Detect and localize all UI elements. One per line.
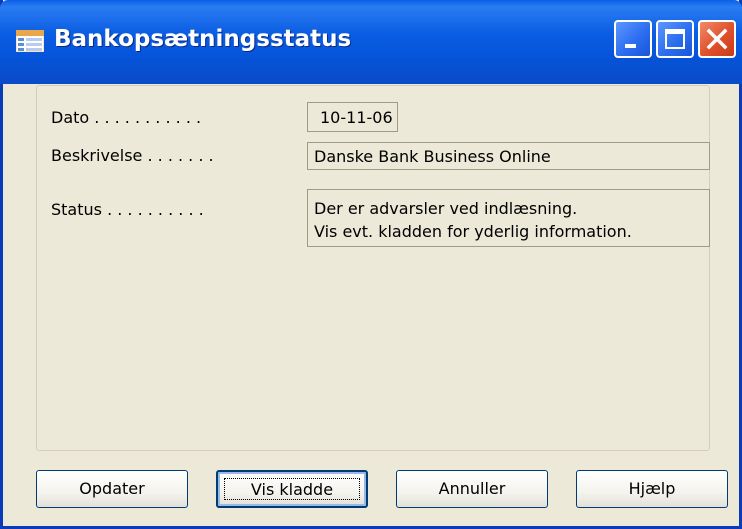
dato-value: 10-11-06 bbox=[320, 108, 393, 127]
beskrivelse-field[interactable]: Danske Bank Business Online bbox=[307, 142, 710, 170]
maximize-button[interactable] bbox=[656, 20, 694, 58]
opdater-button[interactable]: Opdater bbox=[36, 470, 188, 508]
status-label: Status . . . . . . . . . . bbox=[51, 200, 204, 219]
hjaelp-button[interactable]: Hjælp bbox=[576, 470, 728, 508]
vis-kladde-button-label: Vis kladde bbox=[250, 480, 334, 499]
beskrivelse-value: Danske Bank Business Online bbox=[314, 147, 551, 166]
dialog-window: Bankopsætningsstatus Dato . . . . . . . … bbox=[0, 0, 742, 529]
dato-label: Dato . . . . . . . . . . . bbox=[51, 108, 202, 127]
title-bar[interactable]: Bankopsætningsstatus bbox=[0, 0, 742, 84]
status-field[interactable]: Der er advarsler ved indlæsning. Vis evt… bbox=[307, 189, 710, 247]
dato-field[interactable]: 10-11-06 bbox=[307, 102, 398, 132]
annuller-button[interactable]: Annuller bbox=[396, 470, 548, 508]
hjaelp-button-label: Hjælp bbox=[628, 479, 676, 498]
maximize-icon bbox=[665, 29, 685, 49]
close-icon bbox=[706, 28, 728, 50]
minimize-button[interactable] bbox=[614, 20, 652, 58]
vis-kladde-button[interactable]: Vis kladde bbox=[216, 470, 368, 508]
opdater-button-label: Opdater bbox=[79, 479, 145, 498]
minimize-icon bbox=[625, 44, 636, 48]
annuller-button-label: Annuller bbox=[438, 479, 506, 498]
status-line-1: Der er advarsler ved indlæsning. bbox=[314, 199, 578, 218]
window-title: Bankopsætningsstatus bbox=[54, 26, 352, 52]
table-window-icon bbox=[16, 30, 44, 52]
beskrivelse-label: Beskrivelse . . . . . . . bbox=[51, 146, 214, 165]
close-button[interactable] bbox=[698, 20, 736, 58]
status-line-2: Vis evt. kladden for yderlig information… bbox=[314, 222, 632, 241]
status-group bbox=[36, 85, 710, 451]
